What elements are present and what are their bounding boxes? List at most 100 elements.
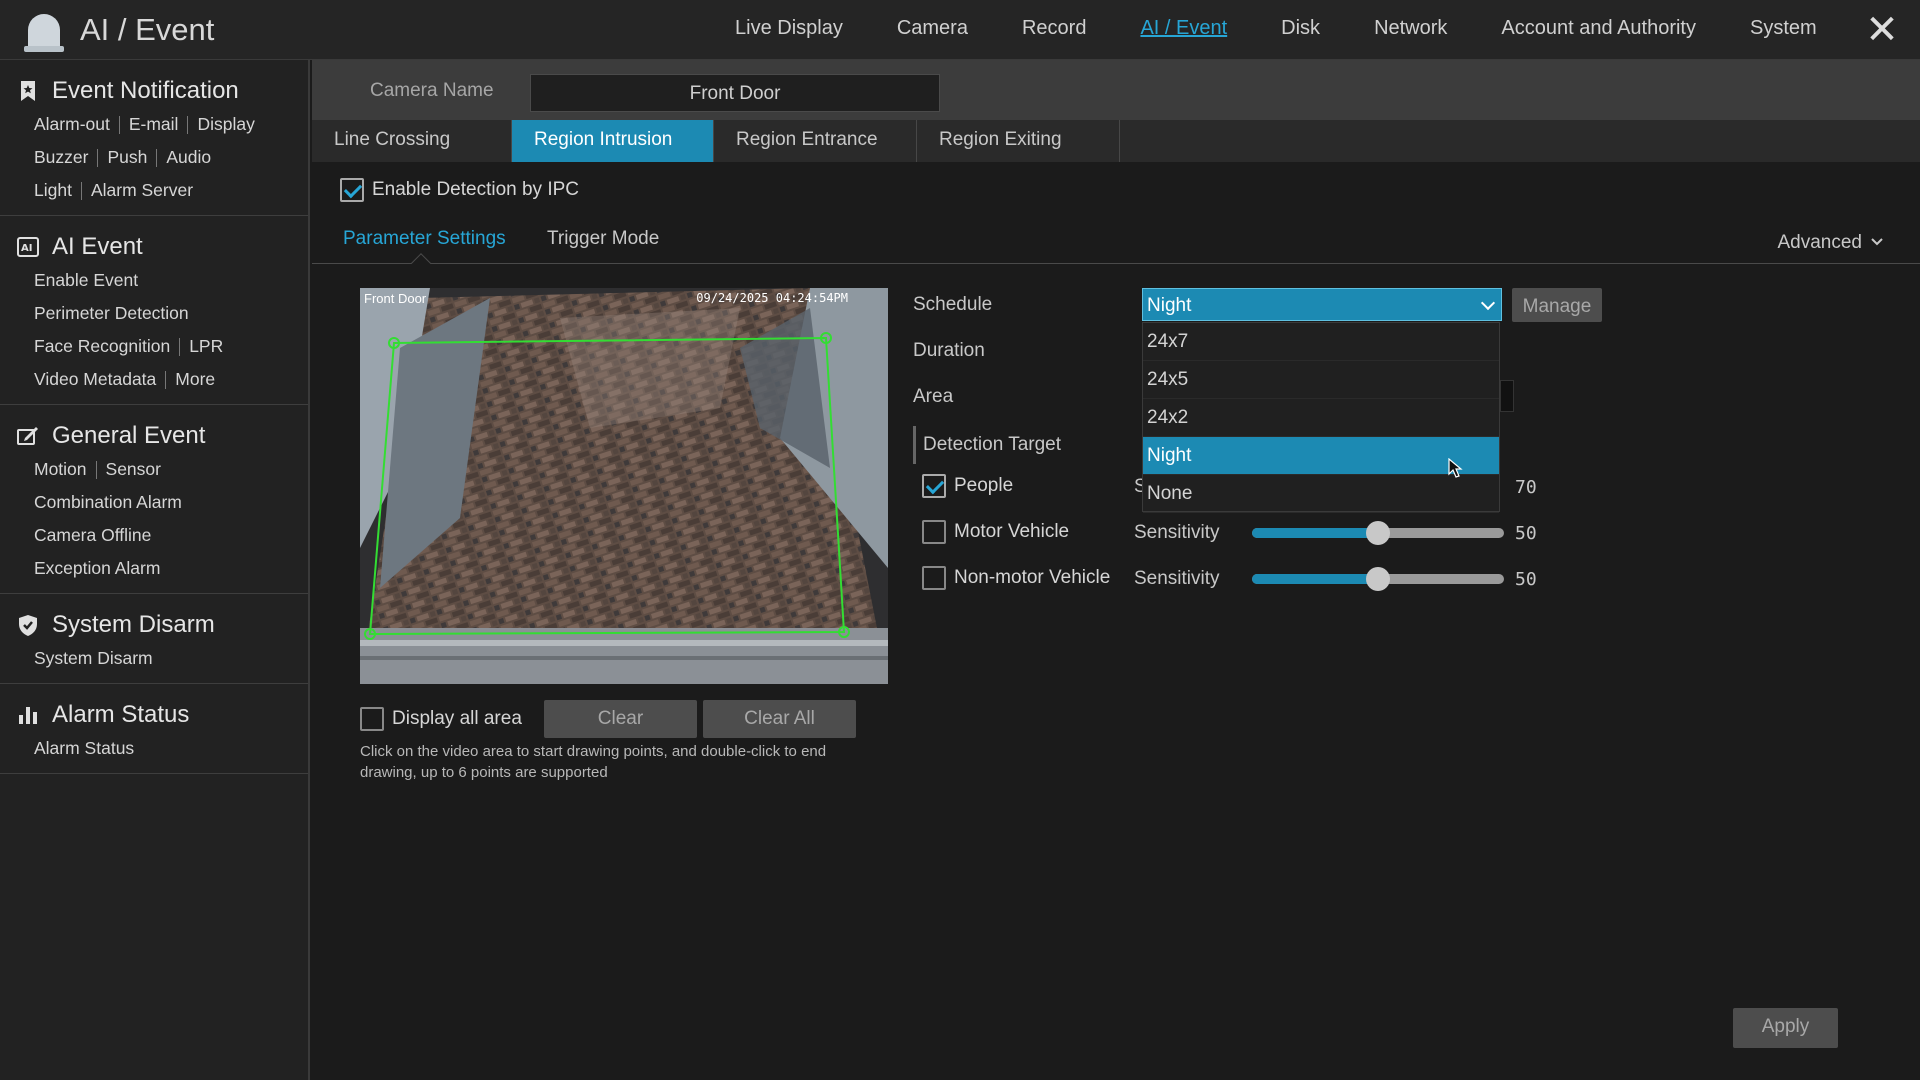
nav-live-display[interactable]: Live Display (708, 0, 870, 56)
shield-icon (19, 615, 37, 636)
people-checkbox[interactable] (922, 474, 946, 498)
area-field[interactable] (1500, 380, 1514, 412)
section-system-disarm: System Disarm System Disarm (0, 594, 308, 684)
video-preview[interactable]: Front Door 09/24/2025 04:24:54PM (360, 288, 888, 684)
subtab-parameter-settings[interactable]: Parameter Settings (343, 228, 506, 250)
clear-button[interactable]: Clear (544, 700, 697, 738)
display-all-area-label: Display all area (392, 708, 522, 729)
sidebar-item-system-disarm[interactable]: System Disarm (34, 648, 153, 669)
main-panel: Camera Name Front Door Line Crossing Reg… (312, 60, 1920, 1080)
enable-detection-row: Enable Detection by IPC (340, 178, 579, 202)
advanced-toggle[interactable]: Advanced (1777, 232, 1892, 254)
schedule-select[interactable]: Night (1142, 288, 1502, 321)
manage-button[interactable]: Manage (1512, 288, 1602, 322)
target-row-non-motor-vehicle: Non-motor Vehicle (922, 566, 1110, 590)
schedule-selected-value: Night (1147, 295, 1192, 316)
section-title: AI Event (52, 233, 143, 260)
tab-region-entrance[interactable]: Region Entrance (714, 120, 917, 162)
sidebar-item-lpr[interactable]: LPR (189, 336, 223, 357)
sidebar-item-display[interactable]: Display (197, 114, 254, 135)
camera-scene (360, 288, 888, 684)
area-controls: Display all area Clear Clear All (360, 700, 856, 738)
mouse-cursor-icon (1448, 458, 1463, 478)
schedule-option-24x7[interactable]: 24x7 (1143, 323, 1499, 361)
motor-vehicle-sensitivity-label: Sensitivity (1134, 522, 1220, 543)
motor-vehicle-checkbox[interactable] (922, 520, 946, 544)
motor-vehicle-sensitivity-slider[interactable] (1252, 521, 1504, 545)
nav-ai-event[interactable]: AI / Event (1113, 0, 1254, 56)
app-title: AI / Event (80, 12, 215, 47)
bar-chart-icon (19, 707, 37, 724)
apply-button[interactable]: Apply (1733, 1008, 1838, 1048)
section-general-event: General Event Motion Sensor Combination A… (0, 405, 308, 594)
section-title: System Disarm (52, 611, 215, 638)
sidebar-item-push[interactable]: Push (107, 147, 147, 168)
section-title: Event Notification (52, 77, 239, 104)
non-motor-vehicle-checkbox[interactable] (922, 566, 946, 590)
non-motor-vehicle-sensitivity-slider[interactable] (1252, 567, 1504, 591)
nav-record[interactable]: Record (995, 0, 1113, 56)
video-timestamp: 09/24/2025 04:24:54PM (696, 291, 848, 305)
clear-all-button[interactable]: Clear All (703, 700, 856, 738)
sidebar-item-sensor[interactable]: Sensor (106, 459, 161, 480)
ai-chip-icon: AI (17, 237, 39, 257)
section-marker (913, 426, 916, 464)
sidebar-item-camera-offline[interactable]: Camera Offline (34, 525, 151, 546)
video-camera-name: Front Door (364, 291, 427, 306)
sidebar-item-alarm-out[interactable]: Alarm-out (34, 114, 110, 135)
motor-vehicle-label: Motor Vehicle (954, 521, 1070, 542)
camera-select[interactable]: Front Door (530, 74, 940, 112)
display-all-area-checkbox[interactable] (360, 707, 384, 731)
tab-region-exiting[interactable]: Region Exiting (917, 120, 1120, 162)
sidebar-item-video-metadata[interactable]: Video Metadata (34, 369, 156, 390)
people-sensitivity-value: 70 (1515, 477, 1537, 498)
nav-camera[interactable]: Camera (870, 0, 995, 56)
slider-handle[interactable] (1366, 521, 1390, 545)
edit-event-icon (17, 427, 38, 445)
alarm-bell-icon (24, 14, 64, 52)
schedule-option-24x5[interactable]: 24x5 (1143, 361, 1499, 399)
nav-disk[interactable]: Disk (1254, 0, 1347, 56)
settings-subtabs: Parameter Settings Trigger Mode Advanced (312, 222, 1920, 273)
section-alarm-status: Alarm Status Alarm Status (0, 684, 308, 774)
sidebar-item-audio[interactable]: Audio (166, 147, 211, 168)
sidebar-item-combination-alarm[interactable]: Combination Alarm (34, 492, 182, 513)
tab-line-crossing[interactable]: Line Crossing (312, 120, 512, 162)
bookmark-star-icon (21, 81, 35, 101)
sidebar-item-light[interactable]: Light (34, 180, 72, 201)
sidebar-item-enable-event[interactable]: Enable Event (34, 270, 138, 291)
enable-detection-label: Enable Detection by IPC (372, 179, 580, 200)
area-label: Area (913, 386, 954, 407)
sidebar-item-alarm-server[interactable]: Alarm Server (91, 180, 193, 201)
sidebar-item-alarm-status[interactable]: Alarm Status (34, 738, 134, 759)
sidebar-item-motion[interactable]: Motion (34, 459, 87, 480)
subtab-trigger-mode[interactable]: Trigger Mode (547, 228, 659, 250)
detection-target-label: Detection Target (923, 434, 1062, 455)
people-label: People (954, 475, 1014, 496)
close-icon[interactable]: ✕ (1862, 10, 1902, 50)
active-subtab-caret (411, 253, 431, 273)
enable-detection-checkbox[interactable] (340, 178, 364, 202)
slider-handle[interactable] (1366, 567, 1390, 591)
tab-region-intrusion[interactable]: Region Intrusion (512, 120, 714, 162)
non-motor-vehicle-sensitivity-value: 50 (1515, 569, 1537, 590)
schedule-option-night[interactable]: Night (1143, 437, 1499, 475)
nav-network[interactable]: Network (1347, 0, 1474, 56)
schedule-option-none[interactable]: None (1143, 475, 1499, 513)
sidebar-item-perimeter-detection[interactable]: Perimeter Detection (34, 303, 189, 324)
sidebar-item-exception-alarm[interactable]: Exception Alarm (34, 558, 160, 579)
sidebar-item-email[interactable]: E-mail (129, 114, 179, 135)
chevron-down-icon (1480, 295, 1496, 311)
schedule-option-24x2[interactable]: 24x2 (1143, 399, 1499, 437)
top-bar: AI / Event Live Display Camera Record AI… (0, 0, 1920, 60)
sidebar-item-more[interactable]: More (175, 369, 215, 390)
sidebar-item-buzzer[interactable]: Buzzer (34, 147, 88, 168)
sidebar-item-face-recognition[interactable]: Face Recognition (34, 336, 170, 357)
camera-bar: Camera Name Front Door (312, 60, 1920, 120)
section-title: Alarm Status (52, 701, 190, 728)
advanced-label: Advanced (1777, 232, 1862, 253)
nav-account-authority[interactable]: Account and Authority (1474, 0, 1723, 56)
top-nav: Live Display Camera Record AI / Event Di… (708, 0, 1844, 56)
nav-system[interactable]: System (1723, 0, 1844, 56)
section-event-notification: Event Notification Alarm-out E-mail Displa… (0, 60, 308, 216)
